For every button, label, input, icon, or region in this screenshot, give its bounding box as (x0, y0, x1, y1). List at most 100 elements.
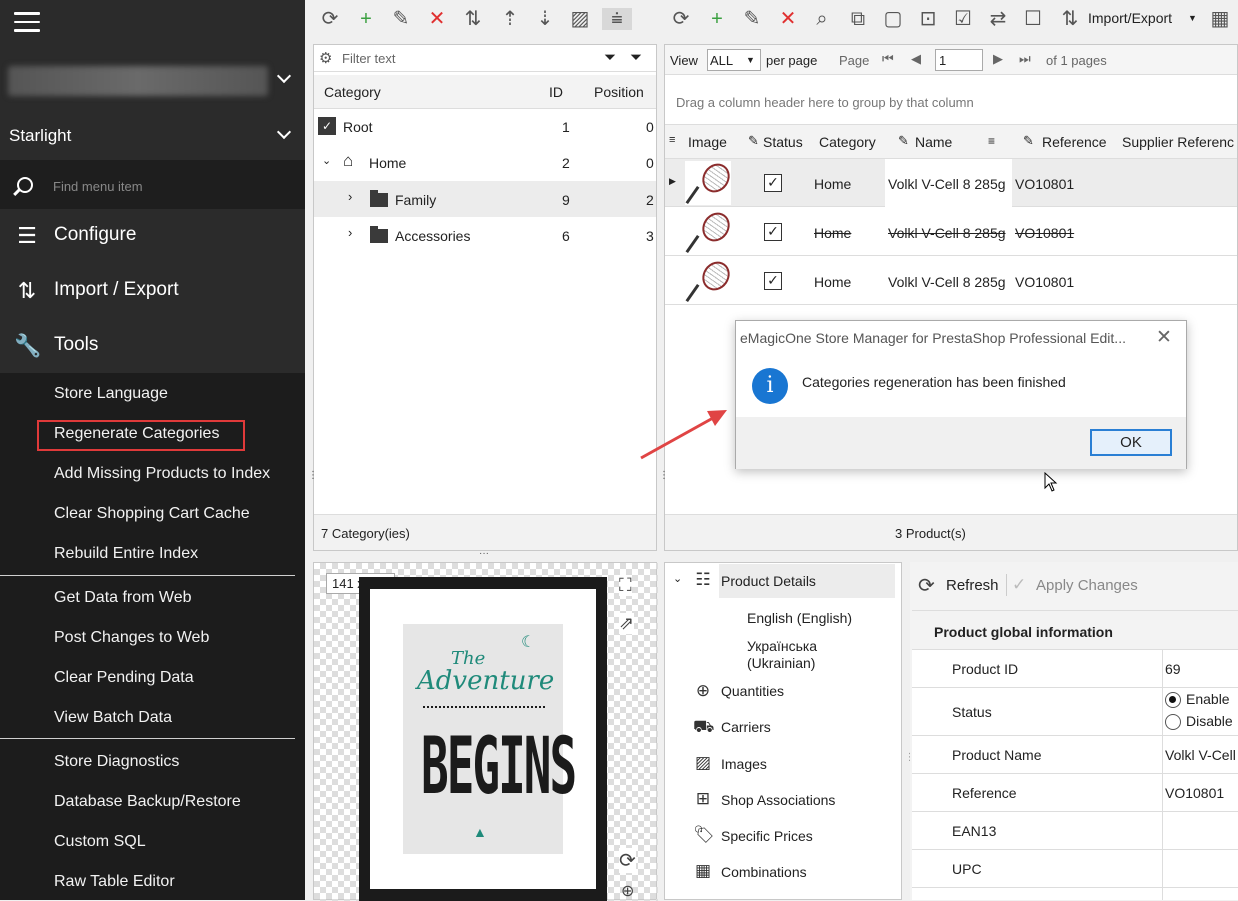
category-row-family[interactable]: › Family 9 2 (314, 181, 656, 217)
reference-value[interactable]: VO10801 (1165, 785, 1238, 801)
move-down-icon[interactable]: ⇣ (534, 8, 556, 30)
row-menu-icon[interactable]: ≡ (669, 134, 675, 146)
close-icon[interactable]: ✕ (1156, 326, 1172, 349)
dropdown-arrow-icon[interactable]: ▼ (1188, 13, 1197, 23)
view-select[interactable]: ALL ▼ (707, 49, 761, 71)
splitter-handle[interactable]: ⋮ (308, 470, 318, 481)
checklist-icon[interactable]: ☐ (1022, 8, 1044, 30)
move-icon[interactable]: ⇅ (462, 8, 484, 30)
nav-english[interactable]: English (English) (747, 610, 852, 626)
delete-icon[interactable]: ✕ (777, 8, 799, 30)
add-icon[interactable]: + (355, 8, 377, 30)
col-id[interactable]: ID (549, 84, 563, 100)
refresh-icon[interactable]: ⟳ (319, 8, 341, 30)
nav-quantities[interactable]: Quantities (721, 683, 784, 699)
status-checkbox[interactable]: ✓ (764, 174, 782, 192)
status-checkbox[interactable]: ✓ (764, 272, 782, 290)
sort-icon[interactable]: ≡ (988, 134, 995, 148)
menu-raw-table-editor[interactable]: Raw Table Editor (54, 873, 175, 891)
duplicate-icon[interactable]: ⊡ (917, 8, 939, 30)
col-image[interactable]: Image (688, 134, 727, 150)
product-id-value[interactable]: 69 (1165, 661, 1238, 677)
menu-search-input[interactable]: Find menu item (53, 179, 143, 194)
nav-configure[interactable]: ☰ Configure (0, 209, 305, 264)
product-thumbnail[interactable] (685, 161, 731, 205)
move-up-icon[interactable]: ⇡ (499, 8, 521, 30)
status-checkbox[interactable]: ✓ (764, 223, 782, 241)
menu-get-data[interactable]: Get Data from Web (54, 589, 192, 607)
ok-button[interactable]: OK (1090, 429, 1172, 456)
import-export-icon[interactable]: ⇅ (1059, 8, 1081, 30)
nav-tools[interactable]: 🔧 Tools (0, 319, 305, 374)
col-name[interactable]: Name (915, 134, 952, 150)
menu-database-backup[interactable]: Database Backup/Restore (54, 793, 241, 811)
category-row-root[interactable]: ✓ Root 1 0 (314, 109, 656, 145)
poster-frame[interactable]: ☾ The Adventure BEGINS ▲ (359, 577, 607, 901)
filter-icon[interactable]: ⩧ (602, 8, 632, 30)
hamburger-menu-icon[interactable] (14, 12, 40, 32)
import-export-menu[interactable]: Import/Export (1088, 10, 1172, 26)
store-name[interactable]: Starlight (9, 126, 71, 146)
mass-edit-icon[interactable]: ☑ (952, 8, 974, 30)
product-row[interactable]: ✓ Home Volkl V-Cell 8 285g VO10801 (665, 208, 1237, 256)
col-category[interactable]: Category (819, 134, 876, 150)
group-panel[interactable]: Drag a column header here to group by th… (665, 80, 1237, 125)
edit-icon[interactable]: ✎ (741, 8, 763, 30)
product-row[interactable]: ✓ Home Volkl V-Cell 8 285g VO10801 (665, 257, 1237, 305)
nav-shop-associations[interactable]: Shop Associations (721, 792, 835, 808)
collapse-icon[interactable]: ⌄ (673, 572, 682, 585)
add-icon[interactable]: + (706, 8, 728, 30)
menu-store-language[interactable]: Store Language (54, 385, 168, 403)
col-reference[interactable]: Reference (1042, 134, 1107, 150)
nav-ukrainian[interactable]: Українська (Ukrainian) (747, 638, 867, 672)
splitter-handle[interactable]: ··· (479, 548, 489, 559)
menu-post-changes[interactable]: Post Changes to Web (54, 629, 209, 647)
open-external-icon[interactable]: ⇗ (619, 613, 635, 634)
page-input[interactable]: 1 (935, 49, 983, 71)
status-enabled-radio[interactable]: Enable (1165, 691, 1238, 709)
image-icon[interactable]: ▨ (569, 8, 591, 30)
category-row-accessories[interactable]: › Accessories 6 3 (314, 217, 656, 253)
copy-icon[interactable]: ⧉ (847, 8, 869, 30)
prev-page-icon[interactable]: ◀ (911, 51, 921, 67)
chevron-down-icon[interactable] (276, 68, 292, 84)
refresh-icon[interactable]: ⟳ (670, 8, 692, 30)
next-page-icon[interactable]: ▶ (993, 51, 1003, 67)
paste-icon[interactable]: ▢ (882, 8, 904, 30)
search-icon[interactable]: ⌕ (811, 8, 833, 30)
nav-specific-prices[interactable]: Specific Prices (721, 828, 813, 844)
col-supplier-reference[interactable]: Supplier Referenc (1122, 134, 1234, 150)
transfer-icon[interactable]: ⇄ (987, 8, 1009, 30)
splitter-handle[interactable]: ⋮ (659, 470, 669, 481)
nav-combinations[interactable]: Combinations (721, 864, 807, 880)
menu-clear-pending[interactable]: Clear Pending Data (54, 669, 194, 687)
filter-apply-icon[interactable]: ⏷ (604, 49, 616, 66)
menu-custom-sql[interactable]: Custom SQL (54, 833, 146, 851)
menu-add-missing-products[interactable]: Add Missing Products to Index (54, 465, 270, 483)
collapse-icon[interactable]: ⌄ (322, 154, 331, 167)
product-row[interactable]: ▶ ✓ Home Volkl V-Cell 8 285g VO10801 (665, 159, 1237, 207)
nav-carriers[interactable]: Carriers (721, 719, 771, 735)
menu-store-diagnostics[interactable]: Store Diagnostics (54, 753, 179, 771)
menu-rebuild-index[interactable]: Rebuild Entire Index (54, 545, 198, 563)
rotate-icon[interactable]: ⟳ (619, 848, 636, 873)
menu-clear-cart-cache[interactable]: Clear Shopping Cart Cache (54, 505, 250, 523)
nav-images[interactable]: Images (721, 756, 767, 772)
gear-icon[interactable]: ⚙ (319, 49, 332, 67)
filter-clear-icon[interactable]: ⏷ (630, 49, 642, 66)
menu-search[interactable]: Find menu item (0, 160, 305, 214)
status-disabled-radio[interactable]: Disable (1165, 713, 1238, 731)
expand-icon[interactable]: › (348, 225, 352, 240)
edit-icon[interactable]: ✎ (390, 8, 412, 30)
product-thumbnail[interactable] (685, 210, 731, 254)
col-position[interactable]: Position (594, 84, 644, 100)
product-thumbnail[interactable] (685, 259, 731, 303)
col-status[interactable]: Status (763, 134, 803, 150)
name-cell[interactable]: Volkl V-Cell 8 285g (885, 159, 1012, 207)
col-category[interactable]: Category (324, 84, 381, 100)
first-page-icon[interactable]: ⏮ (882, 51, 894, 67)
category-row-home[interactable]: ⌄ ⌂ Home 2 0 (314, 145, 656, 181)
last-page-icon[interactable]: ⏭ (1019, 51, 1031, 67)
apply-changes-button[interactable]: Apply Changes (1036, 577, 1138, 594)
menu-view-batch[interactable]: View Batch Data (54, 709, 172, 727)
